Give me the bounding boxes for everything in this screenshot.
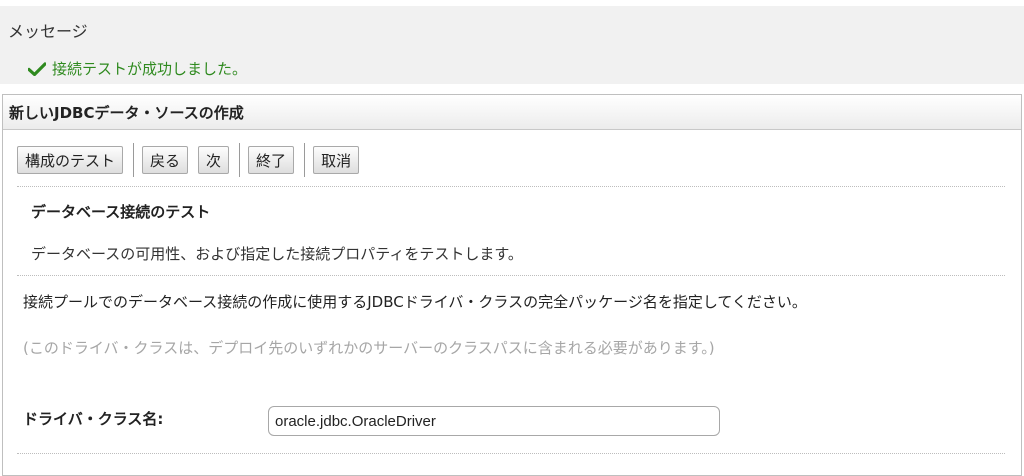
divider: [17, 453, 1005, 454]
wizard-toolbar: 構成のテスト 戻る 次 終了 取消: [17, 143, 360, 177]
test-configuration-button[interactable]: 構成のテスト: [17, 146, 124, 174]
success-message-text: 接続テストが成功しました。: [52, 60, 248, 78]
instruction-text: 接続プールでのデータベース接続の作成に使用するJDBCドライバ・クラスの完全パッ…: [23, 293, 807, 311]
driver-class-input[interactable]: [268, 406, 720, 436]
section-title: データベース接続のテスト: [31, 203, 211, 221]
toolbar-divider: [239, 143, 241, 177]
toolbar-divider: [304, 143, 306, 177]
divider: [17, 186, 1005, 187]
section-description: データベースの可用性、および指定した接続プロパティをテストします。: [31, 245, 523, 263]
cancel-button[interactable]: 取消: [313, 146, 360, 174]
success-message: 接続テストが成功しました。: [28, 58, 247, 79]
back-button[interactable]: 戻る: [142, 146, 189, 174]
create-datasource-panel: 新しいJDBCデータ・ソースの作成 構成のテスト 戻る 次 終了 取消 データベ…: [2, 94, 1022, 476]
driver-class-label: ドライバ・クラス名:: [23, 410, 164, 428]
messages-area: メッセージ 接続テストが成功しました。: [0, 6, 1024, 84]
note-text: (このドライバ・クラスは、デプロイ先のいずれかのサーバーのクラスパスに含まれる必…: [23, 339, 715, 357]
panel-title: 新しいJDBCデータ・ソースの作成: [3, 95, 1021, 130]
messages-title: メッセージ: [8, 22, 88, 41]
toolbar-divider: [133, 143, 135, 177]
divider: [17, 275, 1005, 276]
finish-button[interactable]: 終了: [248, 146, 295, 174]
checkmark-icon: [28, 61, 46, 76]
next-button[interactable]: 次: [198, 146, 230, 174]
